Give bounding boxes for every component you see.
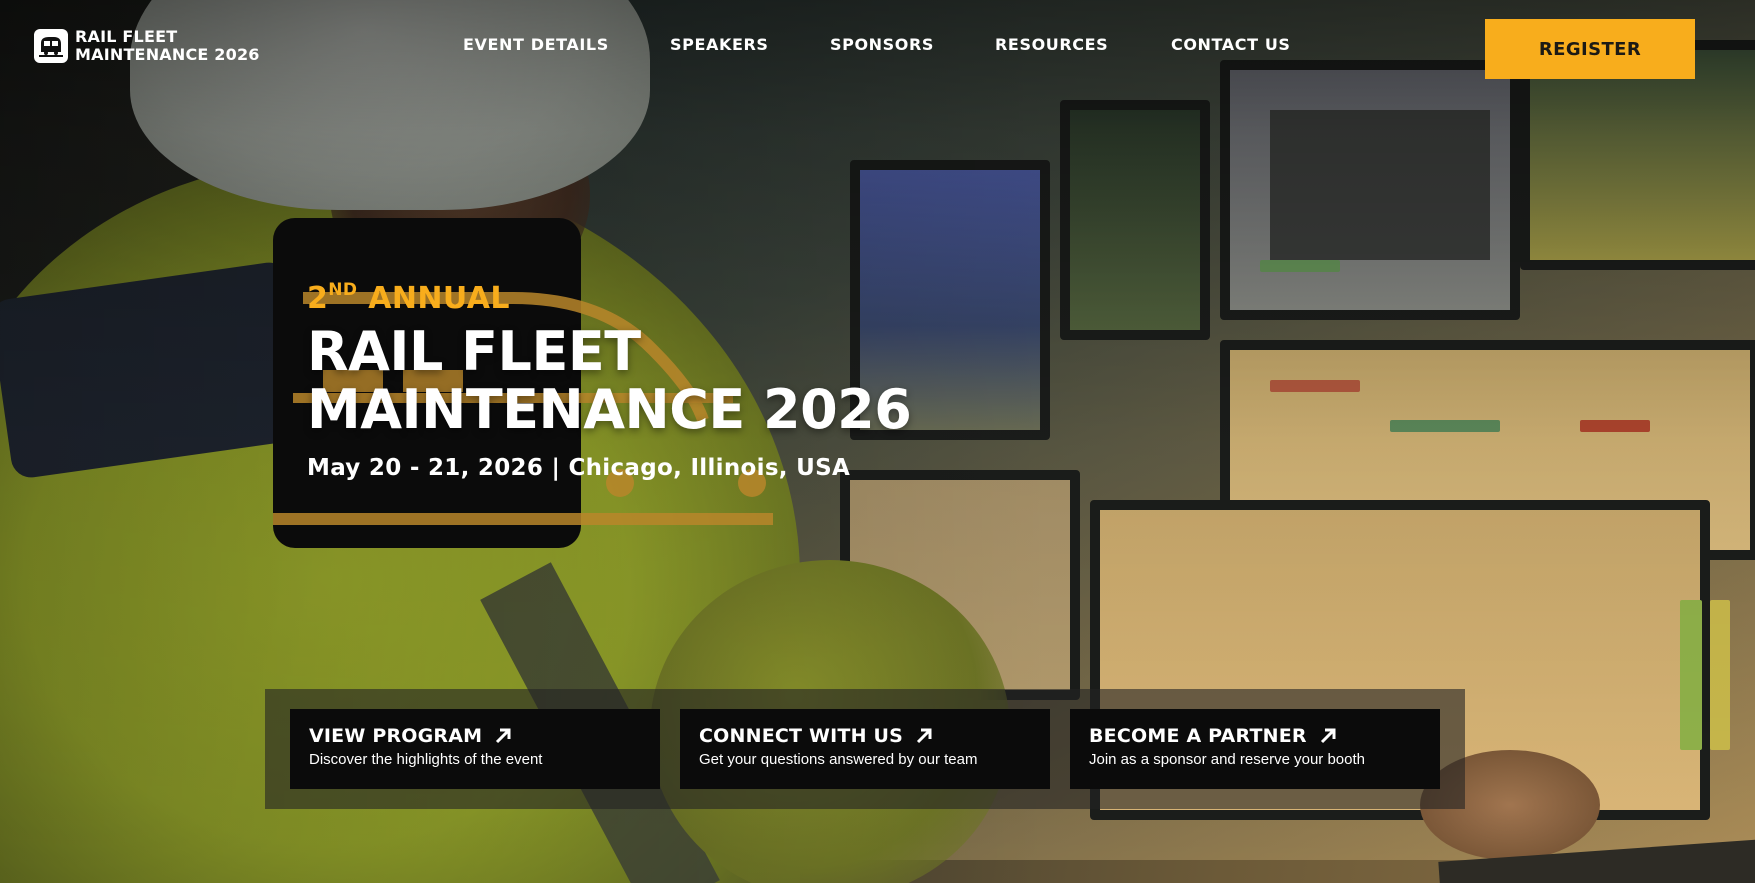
nav-event-details[interactable]: EVENT DETAILS	[463, 35, 609, 54]
cta-title: VIEW PROGRAM	[309, 725, 483, 747]
cta-description: Get your questions answered by our team	[699, 751, 978, 768]
edition-annual: ANNUAL	[368, 281, 510, 316]
hero-content: 2ND ANNUAL RAIL FLEET MAINTENANCE 2026 M…	[307, 272, 912, 481]
event-date-location: May 20 - 21, 2026 | Chicago, Illinois, U…	[307, 455, 851, 481]
view-program-card[interactable]: VIEW PROGRAM Discover the highlights of …	[290, 709, 660, 789]
cta-title: CONNECT WITH US	[699, 725, 904, 747]
connect-with-us-card[interactable]: CONNECT WITH US Get your questions answe…	[680, 709, 1050, 789]
arrow-up-right-icon	[496, 728, 511, 744]
become-a-partner-card[interactable]: BECOME A PARTNER Join as a sponsor and r…	[1070, 709, 1440, 789]
cta-strip: VIEW PROGRAM Discover the highlights of …	[265, 689, 1465, 809]
title-line-1: RAIL FLEET	[307, 320, 641, 383]
cta-description: Discover the highlights of the event	[309, 751, 543, 768]
cta-description: Join as a sponsor and reserve your booth	[1089, 751, 1365, 768]
arrow-up-right-icon	[916, 728, 932, 744]
nav-resources[interactable]: RESOURCES	[995, 35, 1108, 54]
edition-suffix: ND	[328, 280, 358, 300]
cta-title: BECOME A PARTNER	[1089, 725, 1307, 747]
title-line-2: MAINTENANCE 2026	[307, 378, 912, 441]
nav-contact-us[interactable]: CONTACT US	[1171, 35, 1291, 54]
edition-number: 2	[307, 281, 329, 316]
register-button[interactable]: REGISTER	[1485, 19, 1695, 79]
arrow-up-right-icon	[1320, 728, 1336, 744]
edition-label: 2ND ANNUAL	[307, 272, 911, 319]
page-title: RAIL FLEET MAINTENANCE 2026	[307, 320, 912, 441]
top-navigation: RAIL FLEET MAINTENANCE 2026 EVENT DETAIL…	[0, 0, 1755, 95]
nav-sponsors[interactable]: SPONSORS	[830, 35, 934, 54]
nav-speakers[interactable]: SPEAKERS	[670, 35, 769, 54]
